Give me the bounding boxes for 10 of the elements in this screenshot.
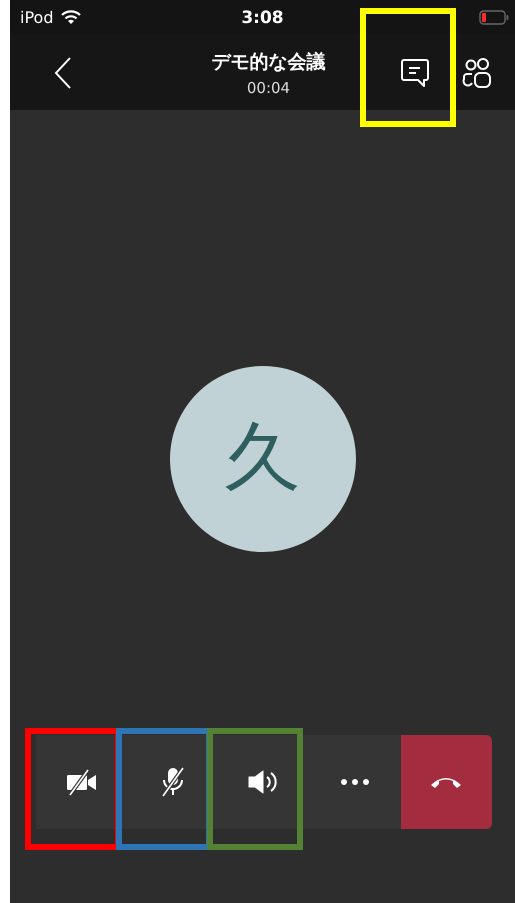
clock-time: 3:08 — [240, 8, 285, 28]
carrier-name: iPod — [20, 8, 54, 27]
video-camera-off-icon — [64, 768, 99, 796]
meeting-title: デモ的な会議 — [212, 50, 326, 74]
more-icon — [340, 778, 370, 786]
battery-icon — [479, 10, 509, 25]
wifi-icon — [61, 10, 82, 25]
call-duration: 00:04 — [246, 78, 290, 96]
avatar-initial: 久 — [224, 411, 300, 503]
hang-up-icon — [429, 775, 464, 789]
